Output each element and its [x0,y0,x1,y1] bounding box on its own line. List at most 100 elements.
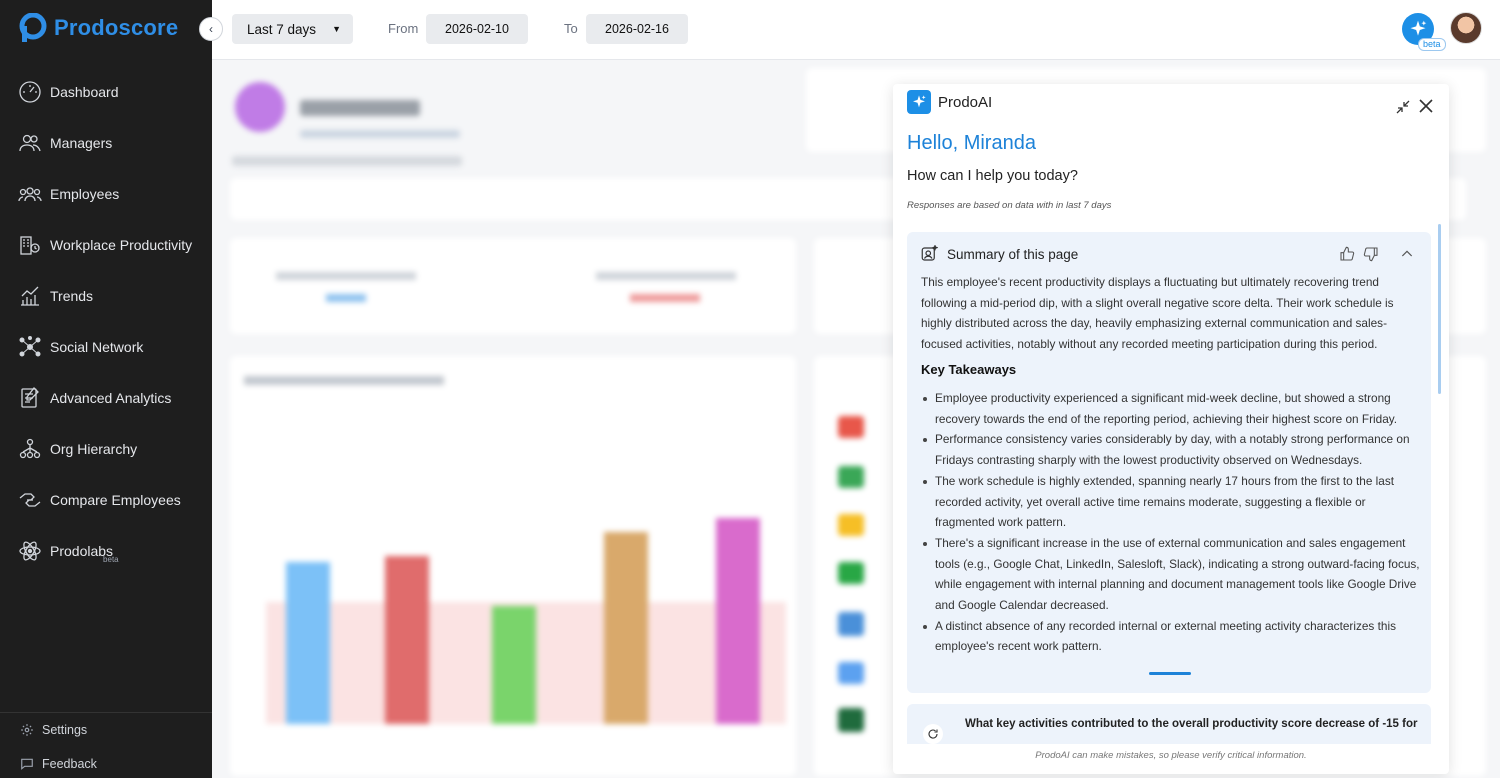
panel-header: ProdoAI [907,90,992,114]
sidebar-item-compare-employees[interactable]: Compare Employees [0,474,212,525]
caret-down-icon: ▼ [332,24,341,34]
app-icon-linkedin [838,612,864,636]
sidebar-item-label: Compare Employees [50,491,181,508]
sidebar-item-prodolabs[interactable]: Prodolabs beta [0,525,212,576]
gauge-icon [19,80,41,103]
list-item: A distinct absence of any recorded inter… [921,616,1421,657]
chart-title-placeholder [244,376,444,385]
to-label: To [564,21,578,36]
gear-icon [21,724,33,736]
thumbs-up-icon[interactable] [1339,246,1355,262]
settings-label: Settings [42,723,88,737]
bar-friday [716,518,760,724]
ai-beta-badge: beta [1418,38,1446,51]
sidebar-item-org-hierarchy[interactable]: Org Hierarchy [0,423,212,474]
sidebar-item-label: Employees [50,185,120,202]
question-text: What key activities contributed to the o… [965,718,1418,730]
sparkle-icon [1410,20,1427,36]
chevron-left-icon: ‹ [209,22,213,36]
chevron-up-icon[interactable] [1399,246,1415,262]
sidebar-item-managers[interactable]: Managers [0,117,212,168]
sidebar-item-trends[interactable]: Trends [0,270,212,321]
summary-header[interactable]: Summary of this page [920,245,1078,263]
settings-link[interactable]: Settings [0,713,212,747]
user-avatar[interactable] [1450,12,1482,44]
key-takeaways-title: Key Takeaways [921,362,1017,377]
summary-text: This employee's recent productivity disp… [921,275,1394,352]
hierarchy-icon [19,438,41,458]
employee-header-card [220,66,798,146]
summary-actions [1339,246,1415,262]
weekday-card [230,238,796,334]
chart-card [230,356,796,776]
list-item: The work schedule is highly extended, sp… [921,471,1421,533]
employees-icon [18,186,42,201]
sidebar-item-workplace-productivity[interactable]: Workplace Productivity [0,219,212,270]
least-weekday-value [630,294,700,302]
brand[interactable]: Prodoscore [18,12,178,44]
list-item: There's a significant increase in the us… [921,533,1421,616]
employee-name-placeholder [300,100,420,116]
feedback-icon [21,758,33,770]
employee-role-placeholder [300,130,460,138]
period-dropdown[interactable]: Last 7 days ▼ [232,14,353,44]
brand-name: Prodoscore [54,15,179,40]
employee-avatar [235,82,285,132]
bar-thursday [604,532,648,724]
sidebar-collapse-button[interactable]: ‹ [199,17,223,41]
app-icon-sheets [838,708,864,732]
period-value: Last 7 days [247,21,317,37]
greeting: Hello, Miranda [907,132,1036,154]
data-range-note: Responses are based on data with in last… [907,200,1112,211]
app-icon-gmail [838,416,864,438]
sidebar-item-social-network[interactable]: Social Network [0,321,212,372]
minimize-icon[interactable] [1396,100,1410,114]
best-weekday-placeholder [276,272,416,280]
sidebar-item-label: Org Hierarchy [50,440,138,457]
feedback-link[interactable]: Feedback [0,747,212,778]
app-icon-docs [838,662,864,684]
help-prompt: How can I help you today? [907,168,1078,184]
bar-tuesday [385,556,429,724]
summary-title: Summary of this page [947,246,1079,262]
disclaimer: ProdoAI can make mistakes, so please ver… [1035,750,1307,761]
key-takeaways-list: Employee productivity experienced a sign… [921,388,1421,657]
sidebar-item-label: Advanced Analytics [50,389,172,406]
sidebar-item-dashboard[interactable]: Dashboard [0,66,212,117]
tabs-placeholder [232,156,462,166]
panel-title: ProdoAI [938,93,993,111]
sidebar-item-employees[interactable]: Employees [0,168,212,219]
least-weekday-placeholder [596,272,736,280]
sidebar-item-advanced-analytics[interactable]: Advanced Analytics [0,372,212,423]
trends-icon [21,286,39,306]
panel-scrollbar[interactable] [1438,224,1441,394]
close-icon[interactable] [1418,98,1434,114]
sidebar-item-label: Trends [50,287,94,304]
thumbs-down-icon[interactable] [1363,246,1379,262]
best-weekday-value [326,294,366,302]
summary-divider [1149,672,1191,675]
prodoai-logo-icon [907,90,931,114]
sidebar-item-label: Workplace Productivity [50,236,193,253]
app-icon-chat [838,562,864,584]
app-icon-drive [838,466,864,488]
from-date-input[interactable]: 2026-02-10 [426,14,528,44]
suggested-question[interactable]: What key activities contributed to the o… [907,704,1431,744]
beta-superscript: beta [103,555,119,564]
sidebar-item-label: Managers [50,134,113,151]
prodoai-panel: ProdoAI Hello, Miranda How can I help yo… [893,84,1449,774]
from-label: From [388,21,419,36]
workplace-icon [20,235,40,255]
sidebar-item-label: Social Network [50,338,144,355]
network-icon [19,335,41,356]
feedback-label: Feedback [42,757,97,771]
topbar: Last 7 days ▼ From 2026-02-10 To 2026-02… [212,0,1500,60]
to-date-input[interactable]: 2026-02-16 [586,14,688,44]
sidebar-bottom: Settings Feedback [0,712,212,778]
bar-monday [286,562,330,724]
refresh-icon [923,724,943,744]
analytics-icon [21,386,39,408]
app-icon-calendar [838,514,864,536]
summary-card: Summary of this page This employee's rec… [907,232,1431,693]
atom-icon [19,540,41,561]
